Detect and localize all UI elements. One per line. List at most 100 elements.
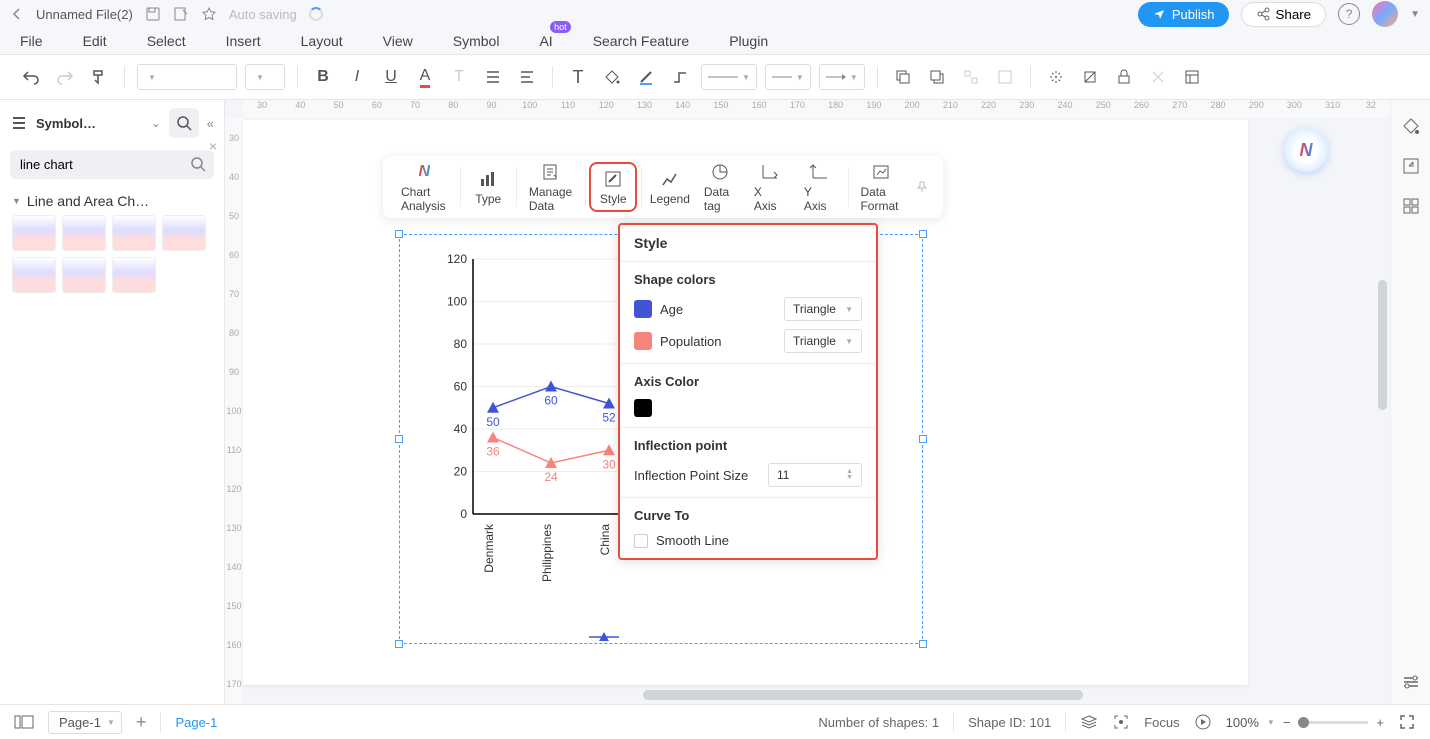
fill-panel-icon[interactable] — [1399, 114, 1423, 138]
line-color-icon[interactable] — [633, 64, 659, 90]
series-color-swatch[interactable] — [634, 300, 652, 318]
zoom-out-icon[interactable]: − — [1283, 715, 1291, 730]
vertical-scrollbar[interactable] — [1378, 280, 1387, 410]
horizontal-scrollbar[interactable] — [643, 690, 1083, 700]
menu-search[interactable]: Search Feature — [593, 33, 690, 49]
format-painter-icon[interactable] — [86, 64, 112, 90]
group-icon[interactable] — [958, 64, 984, 90]
chart-style-button[interactable]: Style — [589, 162, 637, 212]
axis-color-swatch[interactable] — [634, 399, 652, 417]
x-axis-button[interactable]: X Axis — [746, 157, 794, 217]
chart-thumb[interactable] — [62, 215, 106, 251]
resize-handle[interactable] — [919, 230, 927, 238]
publish-button[interactable]: Publish — [1138, 2, 1229, 27]
menu-select[interactable]: Select — [147, 33, 186, 49]
page-select[interactable]: Page-1▼ — [48, 711, 122, 734]
resize-handle[interactable] — [395, 640, 403, 648]
save-icon[interactable] — [145, 6, 161, 22]
manage-data-button[interactable]: Manage Data — [521, 157, 581, 217]
data-tag-button[interactable]: Data tag — [696, 157, 744, 217]
back-layer-icon[interactable] — [924, 64, 950, 90]
underline-icon[interactable]: U — [378, 64, 404, 90]
help-icon[interactable]: ? — [1338, 3, 1360, 25]
resize-handle[interactable] — [919, 435, 927, 443]
inflection-size-input[interactable]: 11 ▲▼ — [768, 463, 862, 487]
lock-icon[interactable] — [1111, 64, 1137, 90]
chart-thumb[interactable] — [62, 257, 106, 293]
clear-search-icon[interactable]: × — [209, 138, 217, 154]
crop-icon[interactable] — [1077, 64, 1103, 90]
chart-thumb[interactable] — [112, 257, 156, 293]
menu-ai[interactable]: AI hot — [539, 33, 552, 49]
zoom-value[interactable]: 100% — [1226, 715, 1259, 730]
library-icon[interactable] — [10, 114, 28, 132]
search-toggle-icon[interactable] — [169, 108, 199, 138]
connector-icon[interactable] — [667, 64, 693, 90]
highlight-icon[interactable]: T — [446, 64, 472, 90]
pin-icon[interactable] — [911, 176, 933, 198]
resize-handle[interactable] — [395, 435, 403, 443]
legend-button[interactable]: Legend — [646, 164, 694, 210]
line-style-select[interactable]: ▼ — [701, 64, 757, 90]
focus-icon[interactable] — [1112, 713, 1130, 731]
menu-view[interactable]: View — [383, 33, 413, 49]
fill-icon[interactable] — [599, 64, 625, 90]
layers-icon[interactable] — [1080, 713, 1098, 731]
arrow-select[interactable]: ▼ — [819, 64, 865, 90]
zoom-slider[interactable] — [1298, 721, 1368, 724]
export-panel-icon[interactable] — [1399, 154, 1423, 178]
ai-assistant-button[interactable]: N — [1284, 128, 1328, 172]
text-tool-icon[interactable]: T — [565, 64, 591, 90]
present-icon[interactable] — [1194, 713, 1212, 731]
font-family-select[interactable]: ▼ — [137, 64, 237, 90]
menu-plugin[interactable]: Plugin — [729, 33, 768, 49]
symbol-search-input[interactable] — [10, 150, 214, 179]
italic-icon[interactable]: I — [344, 64, 370, 90]
menu-file[interactable]: File — [20, 33, 43, 49]
chart-thumb[interactable] — [112, 215, 156, 251]
edit-icon[interactable] — [173, 6, 189, 22]
data-format-button[interactable]: Data Format — [852, 157, 909, 217]
resize-handle[interactable] — [919, 640, 927, 648]
avatar[interactable] — [1372, 1, 1398, 27]
collapse-panel-icon[interactable]: « — [207, 116, 214, 131]
library-caret-icon[interactable]: ⌄ — [151, 116, 161, 130]
chart-analysis-button[interactable]: N Chart Analysis — [393, 157, 456, 217]
file-title[interactable]: Unnamed File(2) — [36, 7, 133, 22]
grid-panel-icon[interactable] — [1399, 194, 1423, 218]
category-line-area[interactable]: ▼ Line and Area Ch… — [0, 183, 224, 215]
menu-symbol[interactable]: Symbol — [453, 33, 500, 49]
menu-insert[interactable]: Insert — [226, 33, 261, 49]
chart-thumb[interactable] — [12, 257, 56, 293]
star-icon[interactable] — [201, 6, 217, 22]
search-icon[interactable] — [190, 156, 206, 172]
series-color-swatch[interactable] — [634, 332, 652, 350]
add-page-icon[interactable]: + — [136, 712, 147, 733]
align-icon[interactable] — [480, 64, 506, 90]
y-axis-button[interactable]: Y Axis — [796, 157, 844, 217]
chart-type-button[interactable]: Type — [464, 164, 512, 210]
menu-edit[interactable]: Edit — [83, 33, 107, 49]
fullscreen-icon[interactable] — [1398, 713, 1416, 731]
font-size-select[interactable]: ▼ — [245, 64, 285, 90]
redo-icon[interactable] — [52, 64, 78, 90]
smooth-line-checkbox[interactable]: Smooth Line — [634, 533, 862, 548]
settings-panel-icon[interactable] — [1399, 670, 1423, 694]
focus-label[interactable]: Focus — [1144, 715, 1179, 730]
line-weight-select[interactable]: ▼ — [765, 64, 811, 90]
ungroup-icon[interactable] — [992, 64, 1018, 90]
bold-icon[interactable]: B — [310, 64, 336, 90]
marker-shape-select[interactable]: Triangle▼ — [784, 329, 862, 353]
effects-icon[interactable] — [1043, 64, 1069, 90]
library-name[interactable]: Symbol… — [36, 116, 143, 131]
back-icon[interactable] — [10, 7, 24, 21]
valign-icon[interactable] — [514, 64, 540, 90]
chart-thumb[interactable] — [12, 215, 56, 251]
marker-shape-select[interactable]: Triangle▼ — [784, 297, 862, 321]
menu-layout[interactable]: Layout — [301, 33, 343, 49]
resize-handle[interactable] — [395, 230, 403, 238]
pages-nav-icon[interactable] — [14, 714, 34, 730]
user-caret-icon[interactable]: ▼ — [1410, 9, 1420, 20]
canvas-page[interactable]: N Chart Analysis Type Manage Data — [243, 120, 1248, 685]
zoom-in-icon[interactable]: + — [1376, 715, 1384, 730]
